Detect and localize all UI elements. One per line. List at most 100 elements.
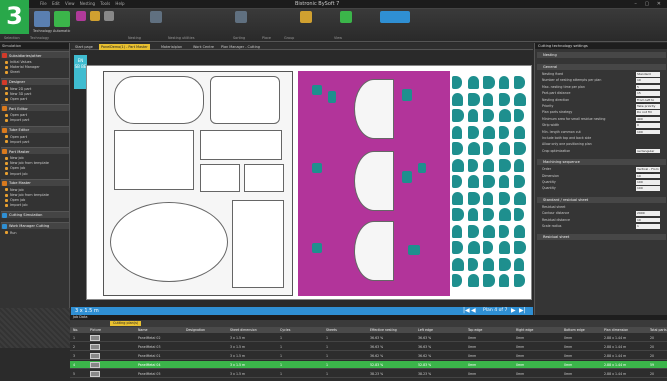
teal-hook-part[interactable]	[467, 92, 480, 106]
teal-hook-part[interactable]	[452, 125, 462, 139]
sidebar-section[interactable]: Subsidiaries/other	[1, 51, 69, 58]
teal-hook-part[interactable]	[483, 109, 494, 122]
sidebar-item[interactable]: Material Manager	[5, 65, 40, 69]
teal-hook-part[interactable]	[483, 125, 495, 139]
teal-hook-part[interactable]	[483, 158, 494, 172]
teal-hook-part[interactable]	[467, 208, 478, 221]
part-panel[interactable]	[232, 200, 284, 288]
sidebar-item[interactable]: Initial Values	[5, 60, 32, 64]
settings-value[interactable]: 400	[636, 116, 660, 122]
sidebar-item[interactable]: New job from template	[5, 161, 49, 165]
settings-value[interactable]: 5	[636, 84, 660, 90]
column-header[interactable]: Name	[138, 327, 147, 333]
sidebar-item[interactable]: Run	[5, 231, 17, 235]
sidebar-item[interactable]: Open part	[4, 97, 27, 101]
settings-section[interactable]: Residual sheet	[537, 234, 666, 241]
rotate-button[interactable]	[104, 11, 114, 21]
sidebar-item[interactable]: Open part	[4, 135, 27, 139]
teal-hook-part[interactable]	[402, 171, 412, 183]
part-panel[interactable]	[200, 164, 240, 192]
last-plan-icon[interactable]: ▶|	[519, 307, 526, 314]
teal-hook-part[interactable]	[498, 191, 510, 205]
teal-hook-part[interactable]	[514, 76, 525, 89]
sidebar-item[interactable]: Open job	[4, 198, 25, 202]
settings-value[interactable]: 15	[636, 91, 660, 96]
settings-value[interactable]: 10	[636, 173, 660, 179]
sidebar-item[interactable]: Sheet	[5, 70, 20, 74]
teal-hook-part[interactable]	[452, 208, 464, 221]
teal-hook-part[interactable]	[467, 142, 480, 155]
teal-hook-part[interactable]	[498, 76, 509, 89]
settings-section[interactable]: Standard / residual sheet	[537, 196, 666, 203]
sidebar-item[interactable]: New job	[5, 156, 24, 160]
teal-hook-part[interactable]	[498, 208, 511, 221]
previous-plan-icon[interactable]: ◀	[471, 307, 476, 314]
settings-value[interactable]: 0	[636, 123, 660, 128]
settings-value[interactable]: rectangular	[636, 148, 660, 154]
teal-hook-part[interactable]	[483, 257, 494, 271]
sheet-plan[interactable]	[86, 65, 532, 300]
tab-start-page[interactable]: Start page	[73, 44, 95, 50]
teal-hook-part[interactable]	[467, 191, 480, 205]
teal-hook-part[interactable]	[467, 257, 478, 271]
table-row[interactable]: 5 PanelMetal 05 3 x 1.5 m 1 1 38.23 % 38.23 % 0…	[70, 370, 667, 378]
part-wave[interactable]	[114, 76, 204, 124]
teal-hook-part[interactable]	[498, 92, 510, 106]
column-header[interactable]: No.	[73, 327, 78, 333]
sidebar-item[interactable]: Import job	[5, 203, 28, 207]
part-panel[interactable]	[200, 130, 282, 160]
part-oval[interactable]	[110, 202, 228, 282]
teal-hook-part[interactable]	[467, 76, 479, 89]
teal-hook-part[interactable]	[452, 257, 464, 271]
part-cutout[interactable]	[354, 221, 394, 281]
teal-hook-part[interactable]	[514, 175, 525, 188]
column-header[interactable]: Plan dimension	[604, 327, 628, 333]
sidebar-section[interactable]: Designer	[1, 77, 69, 85]
settings-value[interactable]: 1	[636, 224, 660, 229]
column-header[interactable]: Picture	[90, 327, 101, 333]
teal-hook-part[interactable]	[483, 175, 495, 188]
plan-thumbnail[interactable]	[90, 335, 100, 341]
sidebar-item[interactable]: Import part	[4, 118, 29, 122]
teal-hook-part[interactable]	[514, 257, 524, 271]
column-header[interactable]: Top edge	[468, 327, 482, 333]
column-header[interactable]: Designation	[186, 327, 205, 333]
table-row[interactable]: 2 PanelMetal 03 3 x 1.5 m 1 1 36.63 % 36.63 % 0…	[70, 343, 667, 351]
settings-value[interactable]: Do not fill sheet	[636, 110, 660, 119]
nested-parts-region-teal[interactable]	[452, 76, 530, 296]
teal-hook-part[interactable]	[467, 224, 479, 238]
teal-hook-part[interactable]	[452, 224, 462, 238]
teal-hook-part[interactable]	[498, 274, 509, 287]
tab-part-master[interactable]: PanelDemo(1) - Part Master	[99, 44, 150, 50]
teal-hook-part[interactable]	[467, 274, 479, 287]
tab-work-centre[interactable]: Work Centre	[191, 44, 216, 50]
teal-hook-part[interactable]	[498, 175, 509, 188]
teal-hook-part[interactable]	[498, 125, 509, 139]
teal-hook-part[interactable]	[483, 92, 493, 106]
nested-parts-region-grey[interactable]	[103, 71, 293, 296]
settings-value[interactable]: 10	[636, 217, 660, 223]
sidebar-section[interactable]: Work Manager Cutting	[1, 221, 69, 229]
settings-value[interactable]: 100	[636, 129, 660, 135]
teal-hook-part[interactable]	[312, 163, 322, 173]
tab-cutting-plans[interactable]: Cutting plan(s)	[110, 321, 142, 326]
column-header[interactable]: Total parts	[650, 327, 667, 333]
column-header[interactable]: Sheets	[326, 327, 337, 333]
teal-hook-part[interactable]	[452, 158, 464, 172]
tab-plan-manager[interactable]: Plan Manager - Cutting	[219, 44, 262, 50]
technology-button[interactable]	[34, 11, 50, 27]
teal-hook-part[interactable]	[483, 241, 493, 254]
quick-access-toolbar[interactable]: File Edit View Nesting Tools Help	[40, 1, 125, 6]
settings-value[interactable]: 100	[636, 186, 660, 191]
teal-hook-part[interactable]	[312, 243, 322, 253]
teal-hook-part[interactable]	[498, 109, 511, 122]
next-plan-icon[interactable]: ▶	[511, 307, 516, 314]
teal-hook-part[interactable]	[514, 92, 526, 106]
teal-hook-part[interactable]	[498, 142, 510, 155]
teal-hook-part[interactable]	[467, 241, 480, 254]
column-header[interactable]: Bottom edge	[564, 327, 585, 333]
part-wave[interactable]	[210, 76, 280, 124]
sidebar-item[interactable]: New 2D part	[4, 87, 31, 91]
teal-hook-part[interactable]	[418, 163, 426, 173]
sidebar-item[interactable]: Open job	[4, 166, 25, 170]
